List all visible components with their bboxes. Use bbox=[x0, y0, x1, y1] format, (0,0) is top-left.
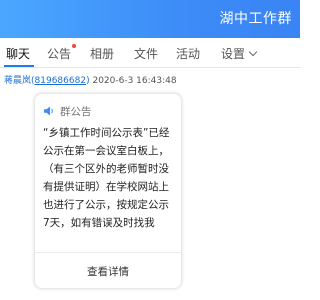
message-timestamp: 2020-6-3 16:43:48 bbox=[92, 76, 177, 86]
announcement-card[interactable]: 群公告 “乡镇工作时间公示表”已经公示在第一会议室白板上，（有三个区外的老师暂时… bbox=[34, 93, 182, 289]
tab-files[interactable]: 文件 bbox=[134, 45, 158, 62]
tab-album[interactable]: 相册 bbox=[90, 45, 114, 62]
speaker-icon bbox=[44, 106, 53, 116]
tab-bar: 聊天 公告 相册 文件 活动 设置 bbox=[0, 38, 300, 68]
tab-settings[interactable]: 设置 bbox=[221, 45, 245, 62]
announcement-card-header: 群公告 bbox=[43, 104, 92, 118]
message-sender-line: 蒋晨岚(819686682) 2020-6-3 16:43:48 bbox=[4, 73, 177, 86]
chevron-down-icon[interactable] bbox=[248, 47, 258, 57]
group-name: 湖中工作群 bbox=[219, 11, 292, 27]
announcement-header-label: 群公告 bbox=[60, 105, 92, 118]
tab-chat[interactable]: 聊天 bbox=[6, 45, 30, 62]
chat-area: 蒋晨岚(819686682) 2020-6-3 16:43:48 群公告 “乡镇… bbox=[0, 69, 300, 300]
sender-close-paren: ) bbox=[86, 76, 90, 86]
title-bar: 湖中工作群 bbox=[0, 0, 300, 38]
tab-activities[interactable]: 活动 bbox=[176, 45, 200, 62]
sender-qq-link[interactable]: 819686682 bbox=[35, 76, 87, 86]
tab-announcement[interactable]: 公告 bbox=[47, 45, 71, 62]
unread-dot-icon bbox=[72, 44, 76, 48]
card-divider bbox=[35, 252, 181, 253]
sender-name[interactable]: 蒋晨岚 bbox=[4, 76, 31, 86]
announcement-body: “乡镇工作时间公示表”已经公示在第一会议室白板上，（有三个区外的老师暂时没有提供… bbox=[43, 127, 170, 229]
active-tab-indicator bbox=[4, 65, 34, 67]
view-details-button[interactable]: 查看详情 bbox=[35, 264, 181, 279]
